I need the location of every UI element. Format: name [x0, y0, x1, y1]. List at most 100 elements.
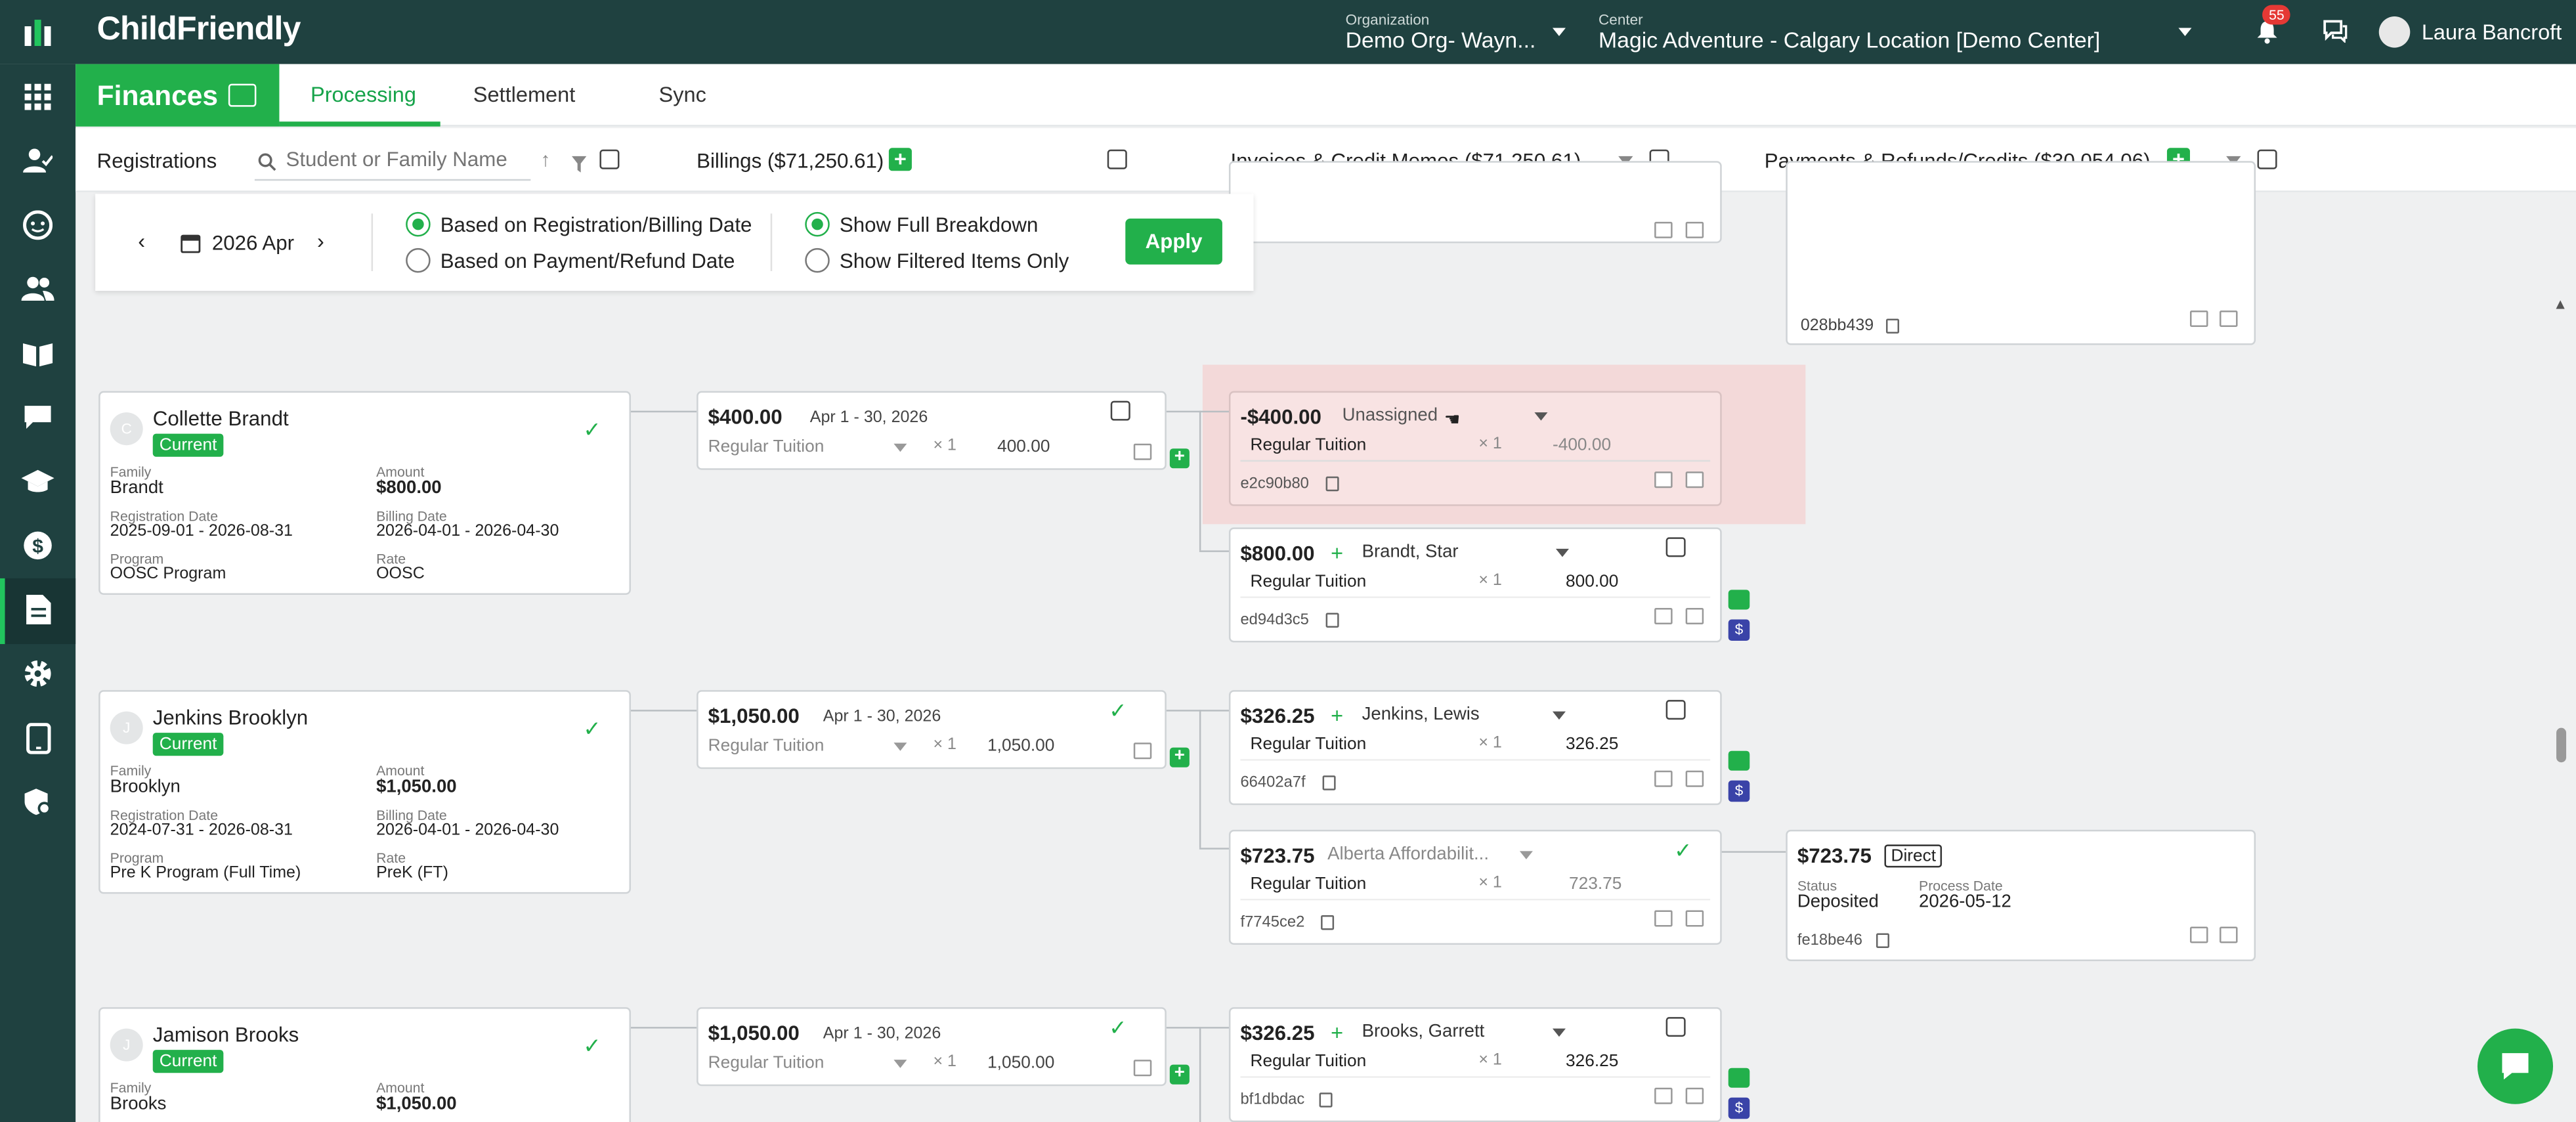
calendar-icon[interactable]	[181, 232, 201, 261]
registration-date-radio-label[interactable]: Based on Registration/Billing Date	[440, 213, 752, 236]
grid-icon[interactable]	[22, 81, 54, 114]
center-value[interactable]: Magic Adventure - Calgary Location [Demo…	[1599, 28, 2100, 53]
invoice-pdf-icon[interactable]	[1654, 221, 1673, 238]
invoice-payer[interactable]: Jenkins, Lewis	[1362, 705, 1480, 725]
invoice-pdf-icon[interactable]	[1654, 471, 1673, 488]
next-month-icon[interactable]: ›	[317, 228, 324, 253]
billings-select-all-checkbox[interactable]	[1107, 149, 1127, 169]
invoice-email-icon[interactable]	[1685, 607, 1704, 624]
payment-email-icon[interactable]	[2220, 310, 2238, 328]
chat-button[interactable]	[2477, 1028, 2554, 1104]
billing-doc-icon[interactable]	[1133, 1060, 1152, 1077]
invoice-email-icon[interactable]	[1685, 221, 1704, 238]
dollar-payment-icon[interactable]: $	[1728, 1097, 1750, 1119]
month-picker[interactable]: 2026 Apr	[212, 232, 294, 255]
gear-icon[interactable]	[22, 657, 54, 690]
scroll-up-icon[interactable]: ▲	[2553, 295, 2567, 312]
payment-card[interactable]: $723.75 Direct Status Deposited Process …	[1786, 829, 2256, 962]
user-check-icon[interactable]	[22, 144, 54, 177]
dollar-icon[interactable]: $	[22, 529, 54, 562]
payment-card-partial[interactable]: 028bb439	[1786, 161, 2256, 345]
add-payer-icon[interactable]: +	[1331, 1020, 1343, 1045]
search-field[interactable]	[254, 143, 531, 181]
tab-sync[interactable]: Sync	[659, 82, 706, 107]
center-dropdown-icon[interactable]	[2178, 28, 2192, 37]
messages-icon[interactable]	[2323, 20, 2348, 44]
copy-icon[interactable]	[1325, 613, 1339, 628]
invoice-pdf-icon[interactable]	[1654, 910, 1673, 927]
billing-checkbox[interactable]	[1110, 400, 1130, 421]
copy-icon[interactable]	[1876, 933, 1889, 949]
dollar-payment-icon[interactable]: $	[1728, 619, 1750, 641]
payer-dropdown-icon[interactable]	[1552, 1028, 1566, 1037]
card-payment-icon[interactable]	[1728, 750, 1750, 771]
document-icon[interactable]	[22, 593, 54, 626]
payer-dropdown-icon[interactable]	[1519, 851, 1533, 859]
invoice-payer[interactable]: Brooks, Garrett	[1362, 1022, 1485, 1042]
organization-value[interactable]: Demo Org- Wayn...	[1346, 28, 1536, 53]
registration-card[interactable]: J Jenkins Brooklyn Current ✓ Family Broo…	[98, 690, 631, 894]
payer-dropdown-icon[interactable]	[1534, 412, 1548, 421]
app-switcher-icon[interactable]	[24, 16, 51, 47]
add-payer-icon[interactable]: +	[1331, 703, 1343, 728]
invoice-payer[interactable]: Brandt, Star	[1362, 542, 1459, 562]
invoice-email-icon[interactable]	[1685, 910, 1704, 927]
filter-icon[interactable]	[571, 151, 587, 181]
full-breakdown-radio-label[interactable]: Show Full Breakdown	[840, 213, 1039, 236]
add-invoice-button[interactable]: +	[1169, 1064, 1190, 1085]
payment-date-radio[interactable]	[406, 248, 431, 273]
invoice-card[interactable]: $800.00 + Brandt, Star Regular Tuition ×…	[1228, 527, 1722, 643]
sort-asc-icon[interactable]: ↑	[540, 148, 550, 171]
invoice-card-partial[interactable]	[1228, 161, 1722, 244]
billing-doc-icon[interactable]	[1133, 443, 1152, 460]
billing-item[interactable]: Regular Tuition	[708, 437, 825, 457]
payment-pdf-icon[interactable]	[2189, 926, 2208, 943]
card-payment-icon[interactable]	[1728, 1068, 1750, 1088]
invoice-checkbox[interactable]	[1665, 700, 1686, 720]
add-billing-button[interactable]: +	[888, 148, 912, 171]
payer-dropdown-icon[interactable]	[1555, 548, 1569, 557]
vertical-scrollbar[interactable]	[2556, 727, 2567, 763]
billing-doc-icon[interactable]	[1133, 743, 1152, 760]
add-payer-icon[interactable]: +	[1331, 540, 1343, 565]
user-name[interactable]: Laura Bancroft	[2422, 20, 2562, 45]
invoice-card[interactable]: $723.75 Alberta Affordabilit... ✓ Regula…	[1228, 829, 1722, 945]
payments-select-all-checkbox[interactable]	[2257, 149, 2277, 169]
billing-card[interactable]: $400.00 Apr 1 - 30, 2026 Regular Tuition…	[697, 391, 1167, 470]
prev-month-icon[interactable]: ‹	[138, 228, 145, 253]
copy-icon[interactable]	[1319, 1092, 1333, 1108]
user-avatar[interactable]	[2378, 16, 2411, 48]
invoice-card-unassigned[interactable]: -$400.00 Unassigned ☚ Regular Tuition × …	[1228, 391, 1722, 506]
book-icon[interactable]	[22, 337, 54, 370]
add-invoice-button[interactable]: +	[1169, 746, 1190, 767]
tablet-icon[interactable]	[22, 722, 54, 754]
apply-button[interactable]: Apply	[1125, 218, 1222, 265]
billing-item-dropdown-icon[interactable]	[893, 1060, 907, 1068]
copy-icon[interactable]	[1321, 915, 1335, 930]
invoice-email-icon[interactable]	[1685, 471, 1704, 488]
finance-tour-icon[interactable]	[228, 83, 257, 107]
shield-gear-icon[interactable]	[22, 785, 54, 818]
tab-settlement[interactable]: Settlement	[473, 82, 576, 107]
billing-item-dropdown-icon[interactable]	[893, 743, 907, 751]
add-invoice-button[interactable]: +	[1169, 448, 1190, 469]
invoice-pdf-icon[interactable]	[1654, 1087, 1673, 1104]
billing-card[interactable]: $1,050.00 Apr 1 - 30, 2026 ✓ Regular Tui…	[697, 1007, 1167, 1087]
invoice-email-icon[interactable]	[1685, 1087, 1704, 1104]
child-face-icon[interactable]	[22, 209, 54, 242]
payment-pdf-icon[interactable]	[2189, 310, 2208, 328]
organization-dropdown-icon[interactable]	[1552, 28, 1566, 37]
billing-item[interactable]: Regular Tuition	[708, 1053, 825, 1073]
registrations-select-all-checkbox[interactable]	[599, 149, 620, 169]
billing-card[interactable]: $1,050.00 Apr 1 - 30, 2026 ✓ Regular Tui…	[697, 690, 1167, 769]
billing-item[interactable]: Regular Tuition	[708, 736, 825, 756]
invoice-payer[interactable]: Unassigned	[1342, 406, 1438, 425]
registration-date-radio[interactable]	[406, 211, 431, 237]
registration-card[interactable]: J Jamison Brooks Current ✓ Family Brooks…	[98, 1007, 631, 1122]
graduation-icon[interactable]	[21, 465, 54, 498]
billing-item-dropdown-icon[interactable]	[893, 443, 907, 452]
invoice-email-icon[interactable]	[1685, 770, 1704, 787]
users-icon[interactable]	[21, 272, 54, 305]
chat-icon[interactable]	[22, 401, 54, 434]
copy-icon[interactable]	[1325, 476, 1339, 492]
